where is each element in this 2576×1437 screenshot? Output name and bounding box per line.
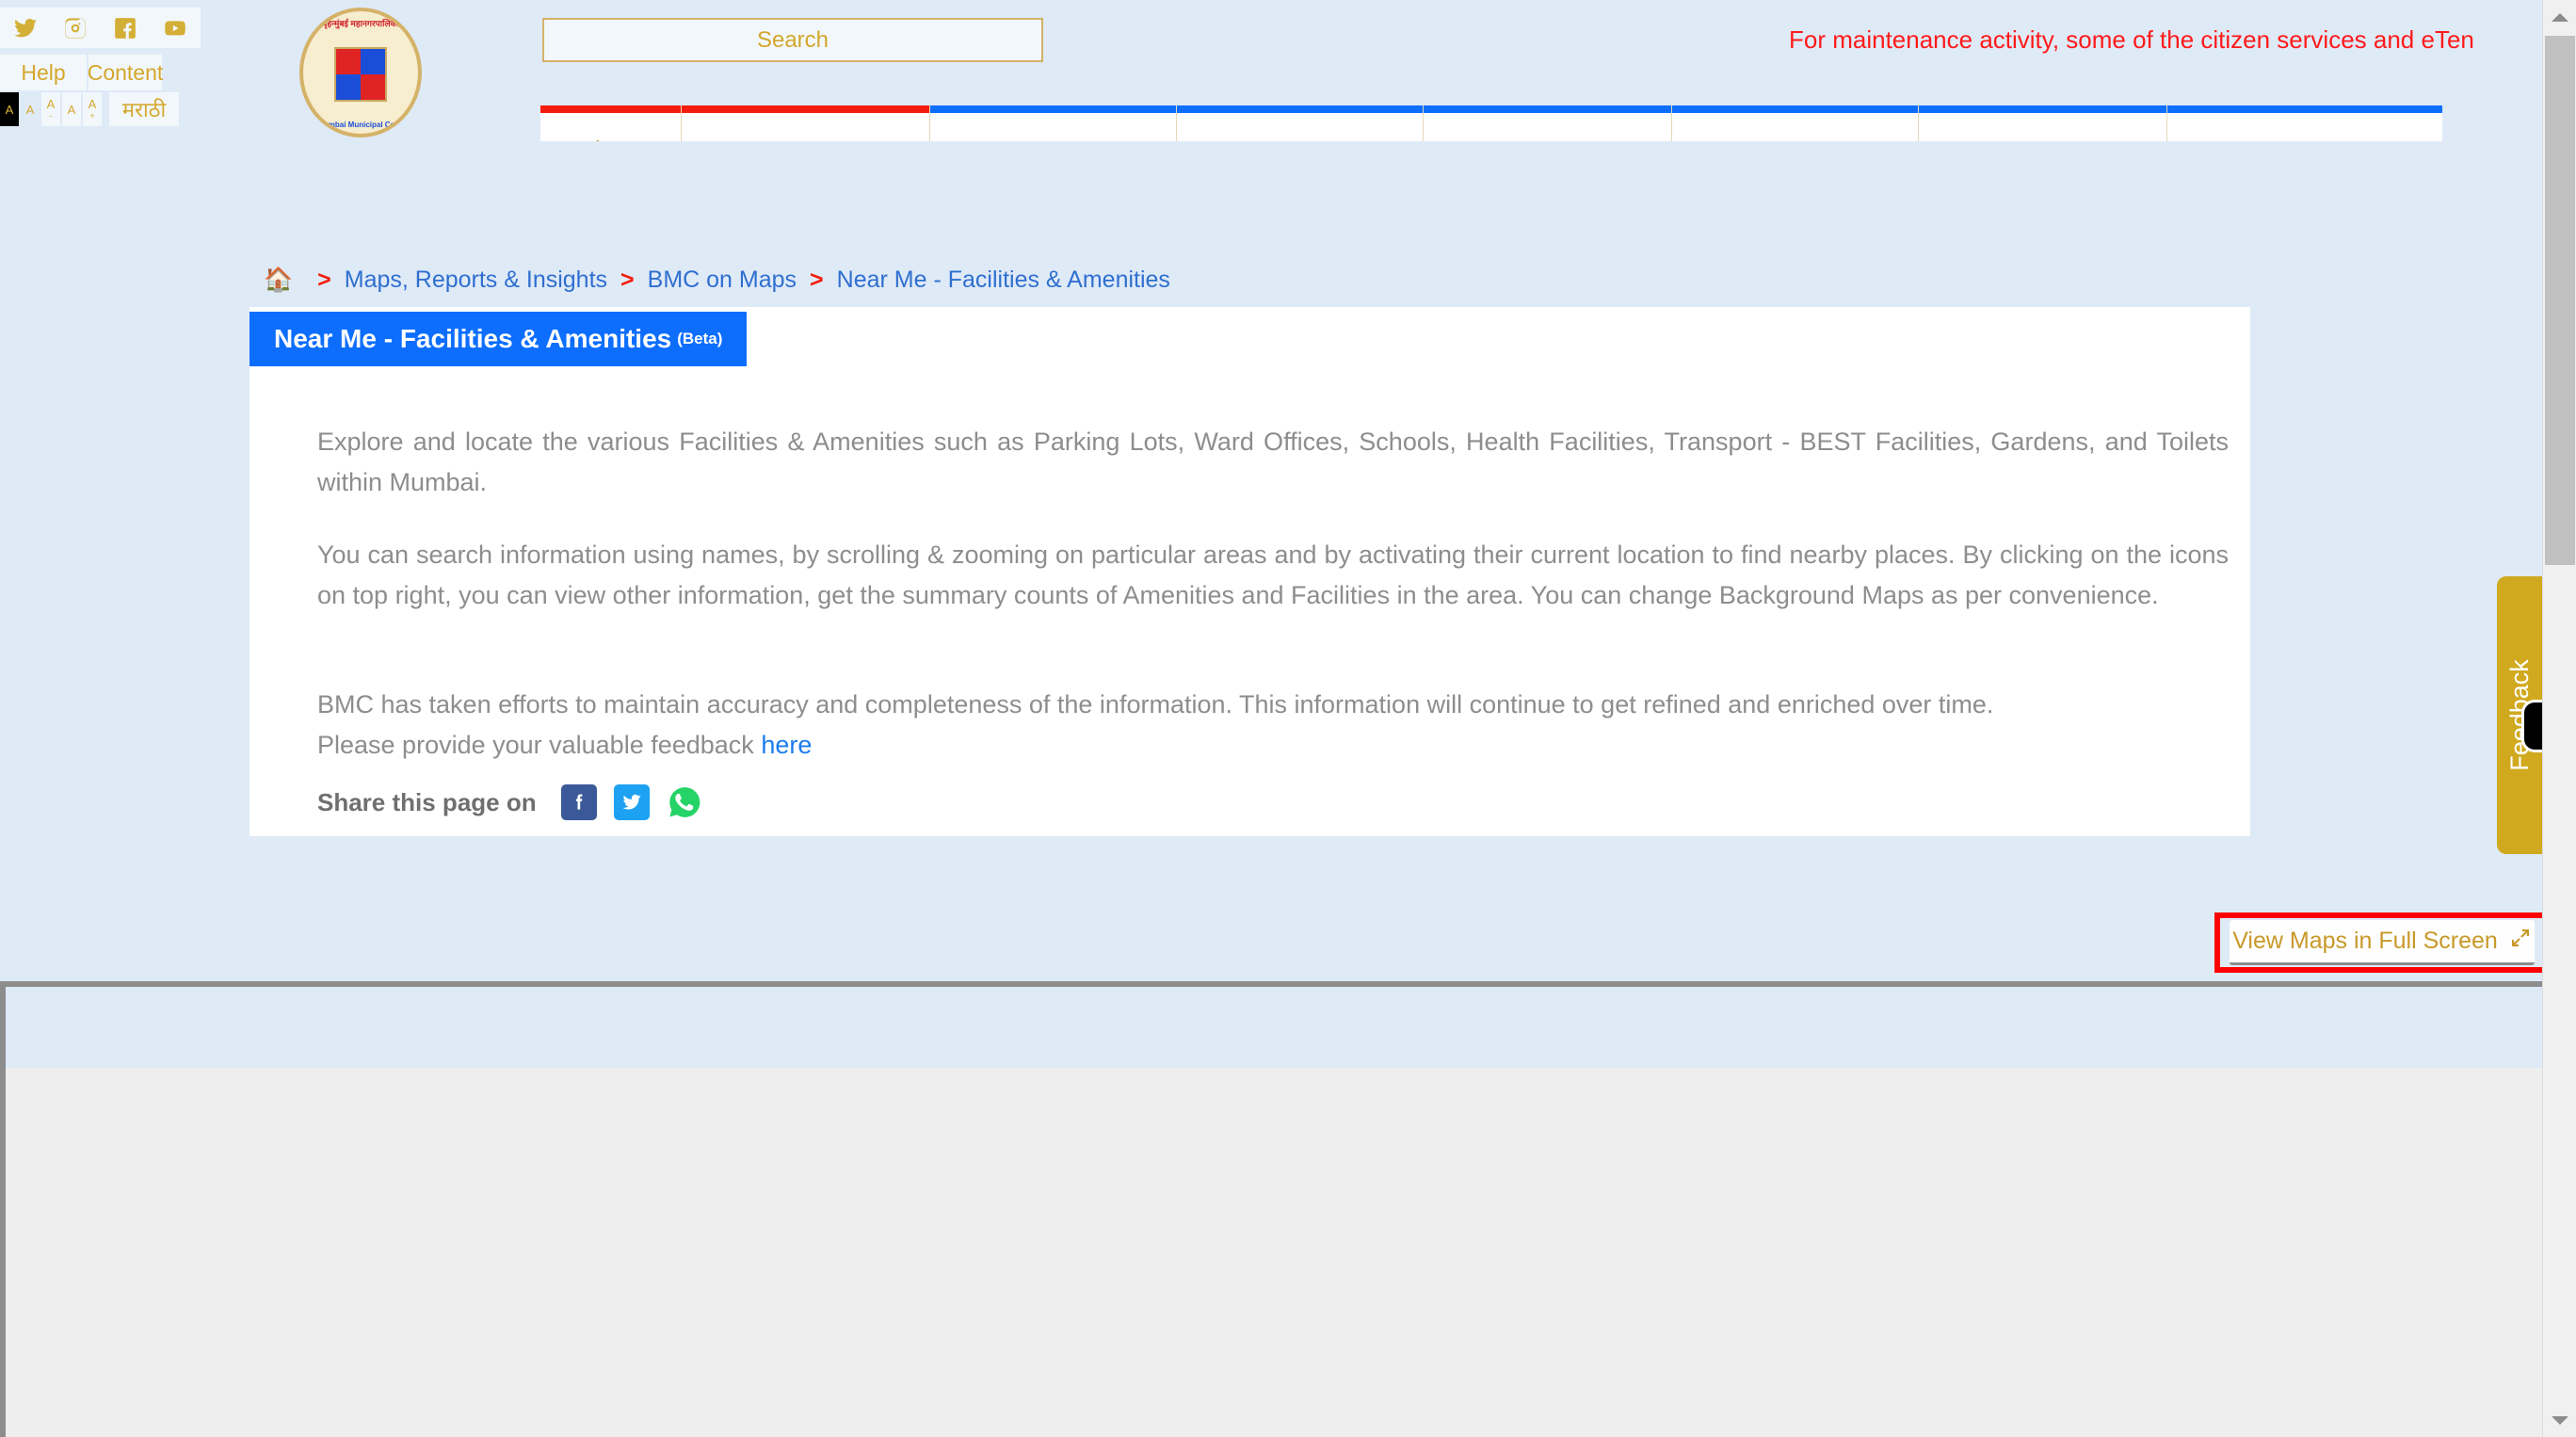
home-icon[interactable]: 🏠 — [264, 266, 293, 294]
breadcrumb-item-bmc-on-maps[interactable]: BMC on Maps — [648, 266, 797, 294]
breadcrumb-separator: > — [317, 266, 331, 293]
page-root: Help Content A A A - A A + मराठी बृहन्मु… — [0, 0, 2576, 1437]
facebook-icon[interactable] — [100, 8, 150, 48]
feedback-note-text: Please provide your valuable feedback — [317, 730, 762, 759]
scrollbar-thumb[interactable] — [2545, 36, 2575, 565]
help-content-row: Help Content — [0, 55, 163, 90]
top-utility-bar: Help Content A A A - A A + मराठी बृहन्मु… — [0, 0, 2542, 141]
nav-item-for-partners[interactable]: For Partners — [1672, 105, 1919, 141]
logo-devanagari-text: बृहन्मुंबई महानगरपालिका — [322, 19, 399, 28]
help-button[interactable]: Help — [0, 55, 87, 90]
expand-arrows-icon — [2509, 927, 2532, 956]
view-maps-fullscreen-button[interactable]: View Maps in Full Screen — [2230, 920, 2535, 965]
beta-badge: (Beta) — [677, 330, 723, 347]
nav-label-line1: Maps, Reports — [726, 134, 885, 141]
scroll-down-arrow-icon[interactable] — [2543, 1403, 2576, 1437]
font-size-decrease[interactable]: A - — [41, 92, 60, 126]
nav-item-for-employees[interactable]: For Employees — [2167, 105, 2442, 141]
view-maps-fullscreen-label: View Maps in Full Screen — [2232, 928, 2498, 954]
share-facebook-icon[interactable] — [560, 784, 597, 820]
font-size-letter: A — [5, 102, 14, 117]
nav-label-line1: For — [1281, 134, 1318, 141]
nav-label-line1: For — [1529, 134, 1566, 141]
nav-item-maps-reports-insights[interactable]: Maps, Reports & Insights — [682, 105, 930, 141]
map-embed-canvas[interactable] — [6, 1068, 2542, 1437]
accuracy-note-line: BMC has taken efforts to maintain accura… — [317, 690, 1994, 718]
twitter-icon[interactable] — [0, 8, 50, 48]
nav-item-for-citizens[interactable]: For Citizens — [1177, 105, 1424, 141]
font-size-letter: A — [46, 97, 56, 111]
breadcrumb-item-maps-reports-insights[interactable]: Maps, Reports & Insights — [345, 266, 607, 294]
nav-label-line1: About — [579, 134, 643, 141]
nav-item-for-tourists[interactable]: For Tourists — [930, 105, 1177, 141]
nav-item-for-prospects[interactable]: For Prospects — [1919, 105, 2167, 141]
share-whatsapp-icon[interactable] — [667, 784, 702, 820]
bmc-seal-icon: बृहन्मुंबई महानगरपालिका Brihanmumbai Mun… — [299, 8, 422, 137]
intro-paragraph-2: You can search information using names, … — [317, 541, 2229, 609]
language-toggle-marathi[interactable]: मराठी — [109, 92, 179, 126]
map-embed-region[interactable] — [0, 981, 2542, 1437]
nav-label-line1: For — [1035, 134, 1071, 141]
youtube-icon[interactable] — [150, 8, 200, 48]
social-links-strip — [0, 8, 201, 48]
font-size-letter: A — [67, 102, 76, 117]
font-size-plus-sign: + — [89, 111, 95, 121]
main-navigation: About BMC Maps, Reports & Insights For T… — [540, 105, 2442, 141]
share-label: Share this page on — [317, 787, 537, 816]
nav-item-about-bmc[interactable]: About BMC — [540, 105, 682, 141]
font-size-letter: A — [88, 97, 97, 111]
font-size-default[interactable]: A — [62, 92, 81, 126]
intro-paragraph-3: BMC has taken efforts to maintain accura… — [317, 685, 2229, 765]
page-scrollbar[interactable] — [2542, 0, 2576, 1437]
font-size-increase[interactable]: A + — [83, 92, 102, 126]
search-input[interactable] — [542, 18, 1043, 62]
nav-label-line1: For — [2024, 134, 2061, 141]
breadcrumb: 🏠 > Maps, Reports & Insights > BMC on Ma… — [264, 266, 1170, 294]
font-size-minus-sign: - — [49, 111, 53, 121]
page-title: Near Me - Facilities & Amenities (Beta) — [250, 312, 748, 366]
scroll-up-arrow-icon[interactable] — [2543, 0, 2576, 34]
share-row: Share this page on — [317, 784, 702, 820]
feedback-note-line: Please provide your valuable feedback he… — [317, 725, 2229, 766]
feedback-tab-handle-icon[interactable] — [2521, 700, 2542, 752]
instagram-icon[interactable] — [50, 8, 100, 48]
feedback-here-link[interactable]: here — [761, 731, 812, 759]
maintenance-notice: For maintenance activity, some of the ci… — [1789, 21, 2542, 58]
font-size-letter: A — [25, 102, 35, 117]
breadcrumb-separator: > — [810, 266, 824, 293]
breadcrumb-separator: > — [620, 266, 635, 293]
share-twitter-icon[interactable] — [613, 784, 650, 820]
intro-paragraph-1: Explore and locate the various Facilitie… — [317, 428, 2229, 496]
logo-english-text: Brihanmumbai Municipal Corporation — [299, 121, 422, 129]
font-size-a-plain[interactable]: A — [21, 92, 40, 126]
content-button[interactable]: Content — [88, 55, 163, 90]
breadcrumb-item-near-me[interactable]: Near Me - Facilities & Amenities — [837, 266, 1170, 294]
nav-label-line1: For — [2287, 134, 2324, 141]
nav-label-line1: For — [1777, 134, 1813, 141]
maintenance-notice-text: For maintenance activity, some of the ci… — [1789, 25, 2474, 54]
logo-shield-icon — [334, 47, 387, 102]
accessibility-controls: A A A - A A + मराठी — [0, 92, 179, 126]
bmc-logo[interactable]: बृहन्मुंबई महानगरपालिका Brihanmumbai Mun… — [299, 8, 422, 137]
page-title-text: Near Me - Facilities & Amenities — [274, 324, 672, 353]
font-size-a-contrast[interactable]: A — [0, 92, 19, 126]
nav-item-for-businesses[interactable]: For Businesses — [1424, 105, 1672, 141]
